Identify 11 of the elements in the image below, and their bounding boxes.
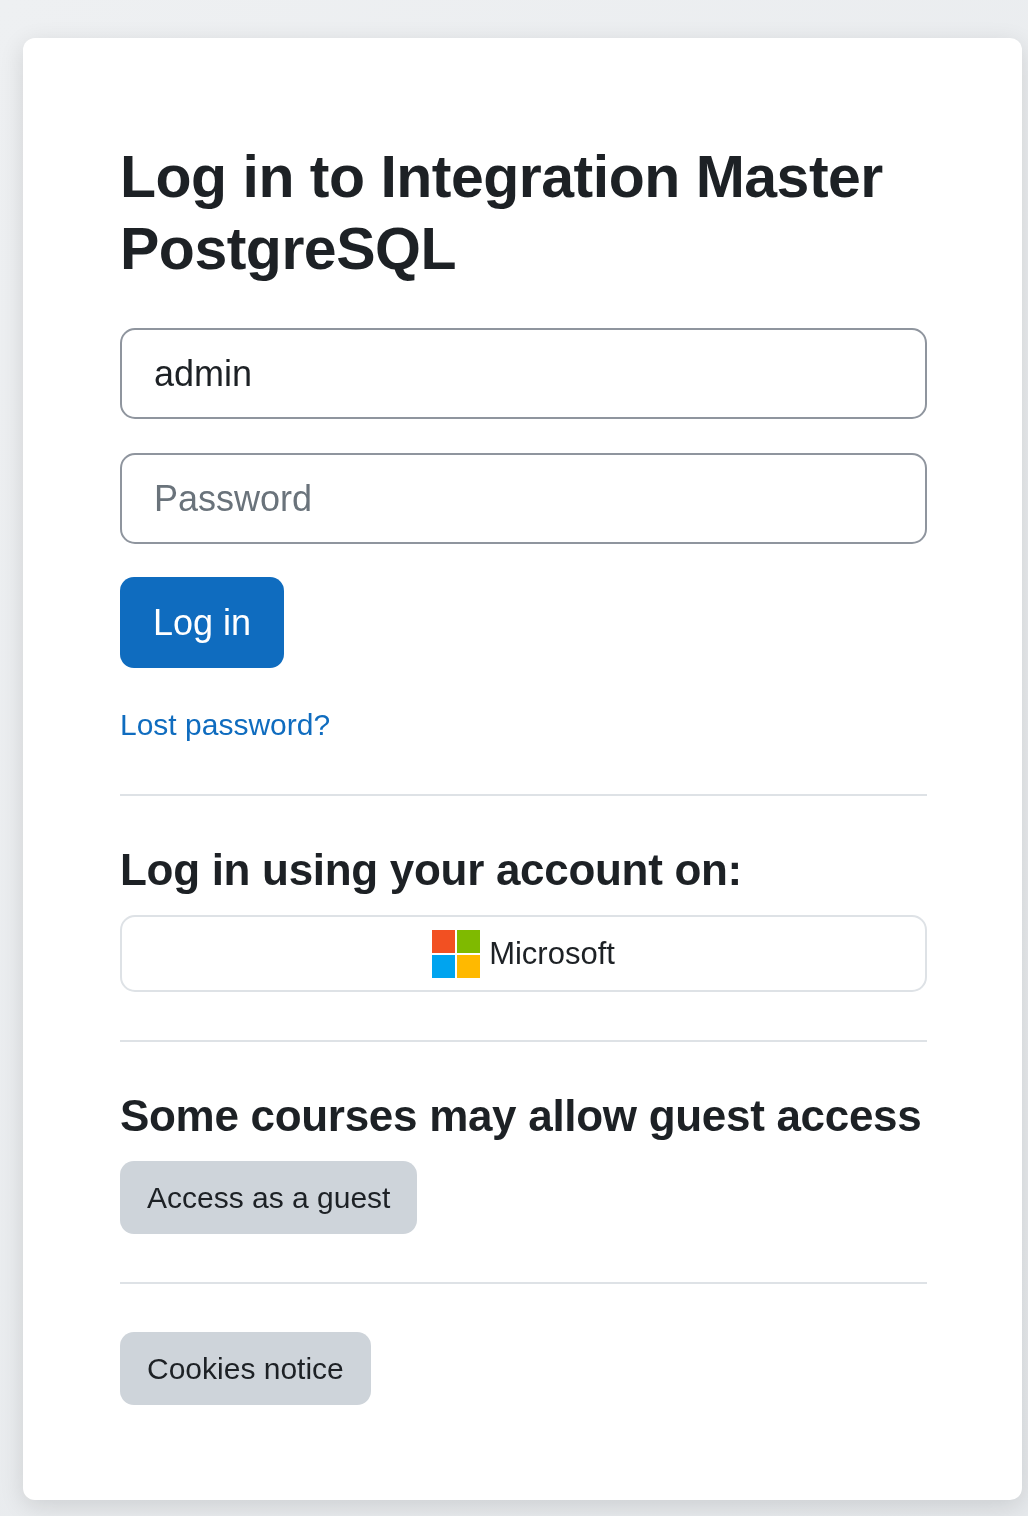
cookies-notice-button[interactable]: Cookies notice xyxy=(120,1332,371,1405)
login-button[interactable]: Log in xyxy=(120,577,285,668)
lost-password-link[interactable]: Lost password? xyxy=(120,708,331,742)
guest-access-button[interactable]: Access as a guest xyxy=(120,1161,418,1234)
four-squares-logo-icon xyxy=(432,929,481,978)
page-title: Log in to Integration Master PostgreSQL xyxy=(120,143,884,284)
section-heading: Log in using your account on: xyxy=(120,844,742,896)
section-heading: Some courses may allow guest access xyxy=(120,1090,922,1142)
password-field[interactable]: Password xyxy=(120,453,927,544)
provider-button[interactable]: Microsoft xyxy=(120,915,927,992)
username-field[interactable]: admin xyxy=(120,328,927,419)
